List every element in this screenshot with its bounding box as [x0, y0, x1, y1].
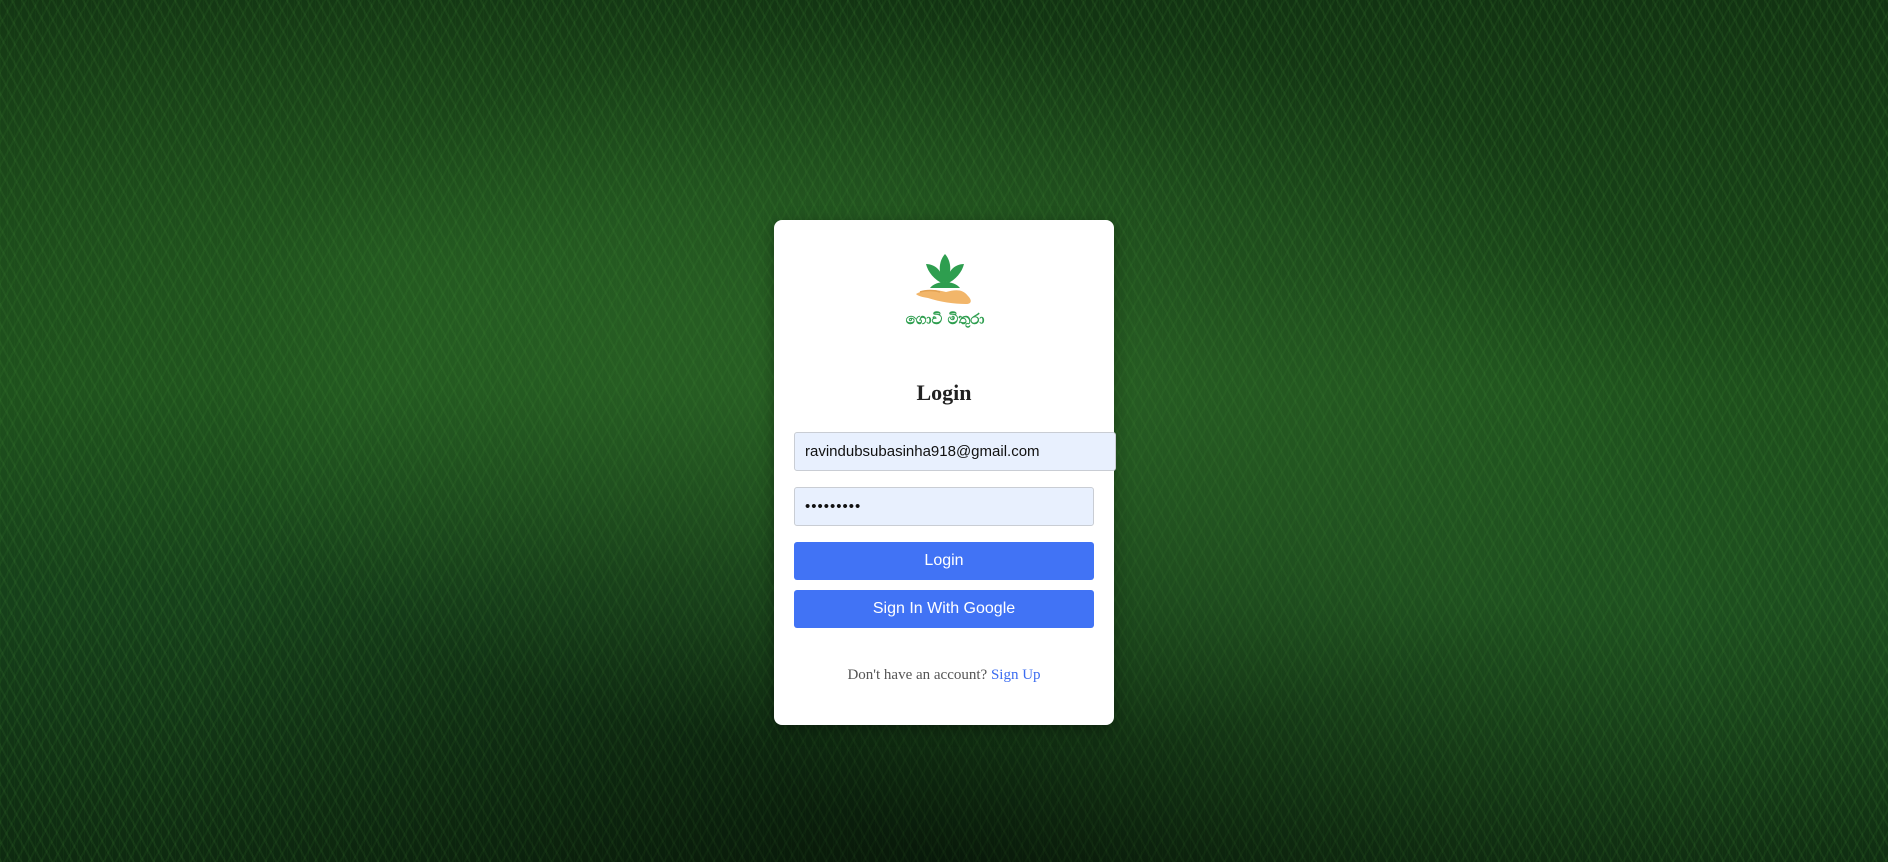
email-input[interactable]	[794, 432, 1116, 471]
hand-holding-sprout-icon: ගොවි මිතුරා	[906, 254, 985, 328]
login-title: Login	[916, 380, 972, 405]
signup-link[interactable]: Sign Up	[991, 667, 1041, 683]
app-logo: ගොවි මිතුරා	[900, 244, 990, 330]
google-sign-in-button[interactable]: Sign In With Google	[794, 590, 1094, 628]
login-card: ගොවි මිතුරා Login Login Sign In With Goo…	[774, 220, 1116, 725]
password-input[interactable]	[794, 487, 1094, 526]
svg-text:ගොවි මිතුරා: ගොවි මිතුරා	[906, 310, 985, 328]
signup-prompt-line: Don't have an account? Sign Up	[774, 667, 1114, 684]
login-button[interactable]: Login	[794, 542, 1094, 580]
signup-prompt-text: Don't have an account?	[847, 667, 991, 683]
